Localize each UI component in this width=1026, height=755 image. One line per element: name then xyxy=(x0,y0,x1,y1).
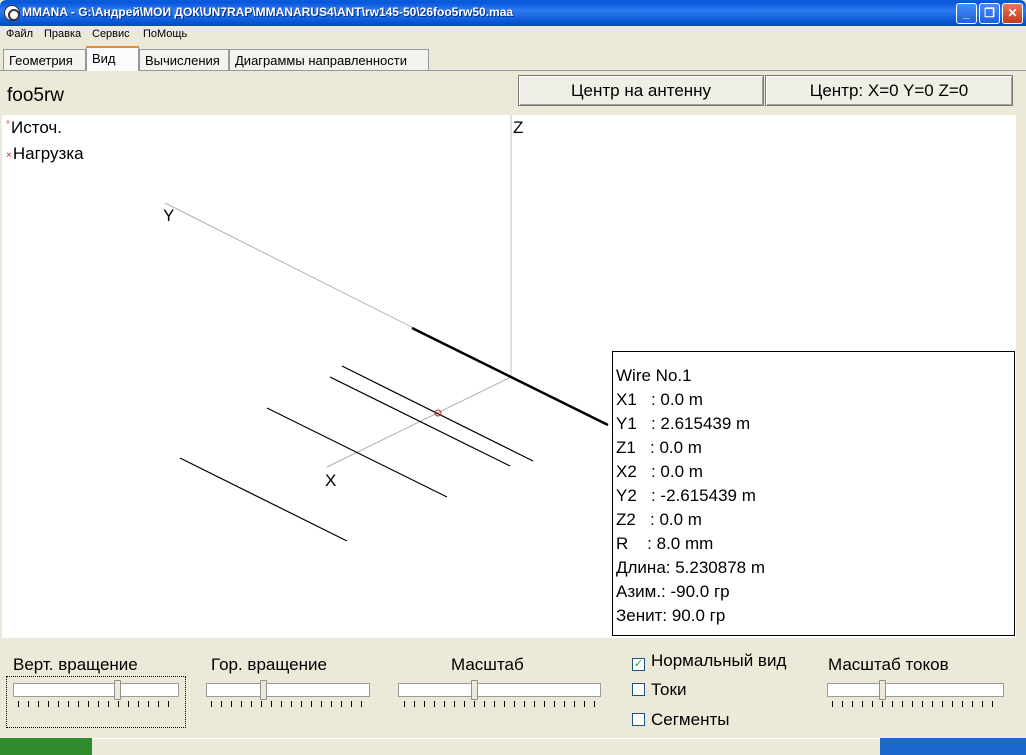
legend-source-label: Источ. xyxy=(11,118,62,137)
legend-load-label: Нагрузка xyxy=(12,144,84,163)
slider-track xyxy=(398,683,601,697)
center-origin-button[interactable]: Центр: X=0 Y=0 Z=0 xyxy=(765,75,1013,106)
normal-view-label: Нормальный вид xyxy=(651,651,787,670)
hor-rotation-label: Гор. вращение xyxy=(211,655,327,674)
slider-thumb[interactable] xyxy=(260,680,267,700)
wire-info-z1: Z1 : 0.0 m xyxy=(616,438,702,457)
wire-info-x2: X2 : 0.0 m xyxy=(616,462,703,481)
slider-thumb[interactable] xyxy=(114,680,121,700)
segments-option[interactable]: Сегменты xyxy=(632,710,729,730)
vert-rotation-slider[interactable] xyxy=(13,680,179,700)
wire-1-selected xyxy=(411,326,609,427)
vert-rotation-label: Верт. вращение xyxy=(13,655,138,674)
current-scale-ticks xyxy=(832,701,1002,707)
wire-info-y2: Y2 : -2.615439 m xyxy=(616,486,756,505)
wire-info-radius: R : 8.0 mm xyxy=(616,534,714,553)
vert-rotation-ticks xyxy=(18,701,178,707)
menu-help[interactable]: ПоМощь xyxy=(143,28,187,40)
load-legend-icon: × xyxy=(6,150,12,161)
status-bar xyxy=(0,738,1026,755)
wire-info-azimuth: Азим.: -90.0 гр xyxy=(616,582,730,601)
legend-source: °Источ. xyxy=(6,118,62,138)
wire-info-panel: Wire No.1 X1 : 0.0 m Y1 : 2.615439 m Z1 … xyxy=(612,351,1015,636)
slider-track xyxy=(206,683,370,697)
legend-load: ×Нагрузка xyxy=(6,144,84,164)
mmana-window: MMANA - G:\Андрей\МОИ ДОК\UN7RAP\MMANARU… xyxy=(0,0,1026,755)
wire-info-zenith: Зенит: 90.0 гр xyxy=(616,606,726,625)
title-bar[interactable]: MMANA - G:\Андрей\МОИ ДОК\UN7RAP\MMANARU… xyxy=(0,0,1026,26)
currents-checkbox[interactable] xyxy=(632,683,645,696)
tab-geometry[interactable]: Геометрия xyxy=(3,49,86,71)
slider-track xyxy=(13,683,179,697)
scale-ticks xyxy=(404,701,600,707)
wire-element xyxy=(179,457,348,542)
wire-info-x1: X1 : 0.0 m xyxy=(616,390,703,409)
wire-info-y1: Y1 : 2.615439 m xyxy=(616,414,751,433)
menu-edit[interactable]: Правка xyxy=(44,28,81,40)
maximize-button[interactable]: ❐ xyxy=(979,3,1000,24)
center-on-antenna-button[interactable]: Центр на антенну xyxy=(518,75,764,106)
taskbar-tray-edge xyxy=(880,738,1026,755)
axis-label-z: Z xyxy=(513,118,524,137)
normal-view-option[interactable]: ✓ Нормальный вид xyxy=(632,651,786,671)
axis-label-y: Y xyxy=(163,206,175,225)
menu-service[interactable]: Сервис xyxy=(92,28,130,40)
tab-calculations[interactable]: Вычисления xyxy=(139,49,229,71)
tab-patterns[interactable]: Диаграммы направленности xyxy=(229,49,429,71)
currents-label: Токи xyxy=(651,680,687,699)
menu-bar: Файл Правка Сервис ПоМощь xyxy=(0,26,1026,44)
window-title: MMANA - G:\Андрей\МОИ ДОК\UN7RAP\MMANARU… xyxy=(22,5,514,19)
currents-option[interactable]: Токи xyxy=(632,680,686,700)
source-legend-icon: ° xyxy=(6,120,10,131)
slider-thumb[interactable] xyxy=(879,680,886,700)
segments-label: Сегменты xyxy=(651,710,730,729)
scale-label: Масштаб xyxy=(451,655,524,674)
segments-checkbox[interactable] xyxy=(632,713,645,726)
scale-slider[interactable] xyxy=(398,680,601,700)
minimize-button[interactable]: _ xyxy=(956,3,977,24)
tab-view[interactable]: Вид xyxy=(86,46,139,71)
wire-info-z2: Z2 : 0.0 m xyxy=(616,510,702,529)
antenna-view-canvas[interactable]: °Источ. ×Нагрузка Z Y X Wire No.1 X1 : 0… xyxy=(2,115,1016,638)
tab-divider xyxy=(0,70,1026,71)
slider-thumb[interactable] xyxy=(471,680,478,700)
wire-info-length: Длина: 5.230878 m xyxy=(616,558,766,577)
normal-view-checkbox[interactable]: ✓ xyxy=(632,658,645,671)
wire-info-name: Wire No.1 xyxy=(616,366,692,385)
app-icon[interactable] xyxy=(4,5,20,21)
hor-rotation-slider[interactable] xyxy=(206,680,370,700)
taskbar-start-edge xyxy=(0,738,92,755)
current-scale-slider[interactable] xyxy=(827,680,1004,700)
axis-label-x: X xyxy=(325,471,337,490)
project-name: foo5rw xyxy=(7,85,65,106)
current-scale-label: Масштаб токов xyxy=(828,655,949,674)
tab-strip: Геометрия Вид Вычисления Диаграммы напра… xyxy=(0,45,1026,71)
slider-track xyxy=(827,683,1004,697)
hor-rotation-ticks xyxy=(211,701,371,707)
menu-file[interactable]: Файл xyxy=(6,28,33,40)
close-button[interactable]: ✕ xyxy=(1002,3,1023,24)
